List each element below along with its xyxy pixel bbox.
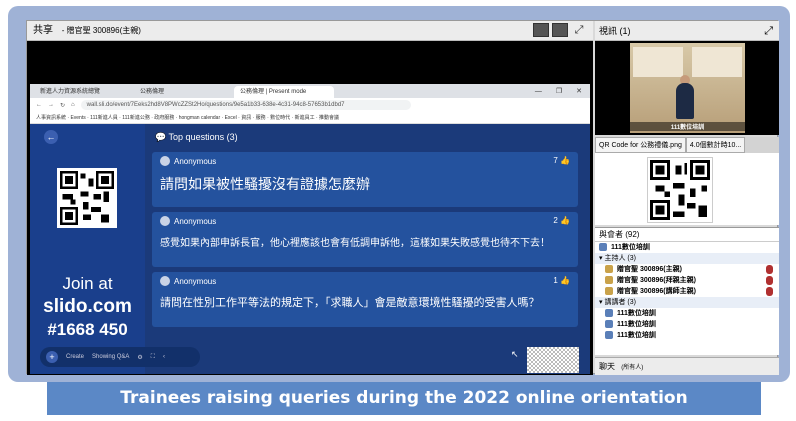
chat-title: 聊天 (599, 362, 615, 371)
browser-tab-2[interactable]: 公務倫理 (134, 86, 234, 98)
question-card[interactable]: Anonymous 2 👍 感覺如果內部申訴長官，他心裡應該也會有低調申訴他，這… (152, 212, 578, 267)
attendee-row[interactable]: 贈官聖 300896(講師主親) (595, 286, 779, 297)
settings-icon[interactable]: ⚙ (137, 354, 142, 361)
attendee-row[interactable]: 111數位培訓 (595, 319, 779, 330)
speaker-figure (676, 83, 694, 119)
slido-toolbar: + Create Showing Q&A ⚙ ⛶ ‹ (40, 347, 200, 367)
user-icon (605, 309, 613, 318)
close-icon[interactable]: ✕ (576, 86, 582, 98)
avatar-icon (160, 156, 170, 166)
speaker-video: 111數位培訓 (630, 43, 745, 133)
forward-icon[interactable]: → (48, 102, 54, 108)
attendees-panel: 與會者 (92) 111數位培訓 ▾ 主持人 (3) 贈官聖 300896(主親… (595, 227, 779, 355)
attendees-title: 與會者 (599, 230, 623, 239)
browser-window: 新進人力資源系統總覽 公務倫理 公務倫理 | Present mode — ❐ … (30, 84, 590, 374)
event-code: #1668 450 (47, 320, 128, 339)
presenters-group[interactable]: ▾ 講講者 (3) (595, 297, 779, 308)
question-author: Anonymous (160, 216, 216, 226)
attendees-header: 與會者 (92) (595, 228, 779, 242)
like-count[interactable]: 7 👍 (553, 156, 570, 165)
projection-screen-left (633, 47, 683, 77)
question-author: Anonymous (160, 276, 216, 286)
question-card[interactable]: Anonymous 7 👍 請問如果被性騷擾沒有證據怎麼辦 (152, 152, 578, 207)
attendee-row[interactable]: 贈官聖 300896(拜親主親) (595, 275, 779, 286)
url-input[interactable]: wall.sli.do/event/7Eeks2hd8V8PWcZZSt2Ho/… (80, 100, 411, 110)
reload-icon[interactable]: ↻ (60, 102, 65, 109)
mic-muted-icon[interactable] (766, 287, 773, 296)
user-icon (605, 276, 613, 285)
video-label: 111數位培訓 (630, 122, 745, 131)
create-button[interactable]: Create (66, 354, 84, 360)
attendees-count: (92) (625, 230, 640, 239)
video-header: 視訊 (1) ⤢ (595, 21, 779, 41)
chat-panel-header[interactable]: 聊天 (所有人) (595, 357, 779, 375)
avatar-icon (160, 216, 170, 226)
thumbnail-placeholder (527, 347, 579, 373)
file-tab-timer[interactable]: 4.0個數計時10... (685, 137, 746, 153)
self-row[interactable]: 111數位培訓 (595, 242, 779, 253)
layout-toggle-button[interactable] (533, 23, 549, 37)
question-text: 感覺如果內部申訴長官，他心裡應該也會有低調申訴他，這樣如果失敗感覺也待不下去！ (160, 238, 550, 249)
share-subtitle: - 贈官聖 300896(主親) (61, 26, 141, 35)
share-pane: 共享 - 贈官聖 300896(主親) ⤢ 新進人力資源系統總覽 公務倫理 公務… (27, 21, 593, 375)
share-title: 共享 (33, 25, 53, 36)
question-text: 請問如果被性騷擾沒有證據怎麼辦 (160, 176, 370, 192)
user-icon (605, 265, 613, 274)
video-count: (1) (619, 26, 631, 36)
slido-present-mode: ← Join at slido.com #1668 450 + Create S… (30, 124, 590, 374)
question-card[interactable]: Anonymous 1 👍 請問在性別工作平等法的規定下，「求職人」會是敵意環境… (152, 272, 578, 327)
join-at-label: Join at (62, 274, 113, 293)
attendee-row[interactable]: 贈官聖 300896(主親) (595, 264, 779, 275)
user-icon (605, 331, 613, 340)
view-buttons: ⤢ (533, 23, 587, 37)
question-author: Anonymous (160, 156, 216, 166)
back-icon[interactable]: ← (36, 102, 42, 108)
back-arrow-icon[interactable]: ← (44, 130, 58, 144)
shared-file-tabs: QR Code for 公務禮儀.png 4.0個數計時10... (595, 137, 779, 153)
photo-caption: Trainees raising queries during the 2022… (47, 382, 761, 415)
chat-scope: (所有人) (621, 365, 644, 371)
user-icon (605, 287, 613, 296)
showing-qa-button[interactable]: Showing Q&A (92, 354, 129, 360)
like-count[interactable]: 2 👍 (553, 216, 570, 225)
avatar-icon (160, 276, 170, 286)
collapse-icon[interactable]: ‹ (163, 354, 165, 360)
restore-icon[interactable]: ❐ (556, 86, 562, 98)
minimize-icon[interactable]: — (535, 86, 542, 98)
qr-panel (595, 153, 779, 225)
home-icon[interactable]: ⌂ (71, 102, 75, 108)
address-bar: ← → ↻ ⌂ wall.sli.do/event/7Eeks2hd8V8PWc… (30, 98, 590, 112)
expand-video-icon[interactable]: ⤢ (764, 21, 773, 41)
join-qr-code (57, 168, 117, 228)
phone-icon (599, 243, 607, 252)
attendee-row[interactable]: 111數位培訓 (595, 308, 779, 319)
like-count[interactable]: 1 👍 (553, 276, 570, 285)
file-tab-qr[interactable]: QR Code for 公務禮儀.png (595, 137, 686, 153)
slido-site-label: slido.com (43, 296, 132, 317)
question-text: 請問在性別工作平等法的規定下，「求職人」會是敵意環境性騷擾的受害人嗎？ (160, 297, 540, 309)
user-icon (605, 320, 613, 329)
shared-qr-code (647, 157, 713, 223)
share-header: 共享 - 贈官聖 300896(主親) ⤢ (27, 21, 593, 41)
webinar-app: 共享 - 贈官聖 300896(主親) ⤢ 新進人力資源系統總覽 公務倫理 公務… (26, 20, 779, 375)
mic-muted-icon[interactable] (766, 265, 773, 274)
window-controls: — ❐ ✕ (535, 86, 590, 98)
hosts-group[interactable]: ▾ 主持人 (3) (595, 253, 779, 264)
fullscreen-icon[interactable]: ⛶ (151, 354, 155, 361)
slido-join-panel: ← Join at slido.com #1668 450 (30, 124, 145, 374)
video-title: 視訊 (599, 26, 618, 36)
bookmarks-bar[interactable]: 人事資訊系統 · Events · 111新進人員 · 111新進公務 · 政府… (30, 112, 590, 124)
mic-muted-icon[interactable] (766, 276, 773, 285)
mouse-cursor-icon: ↖ (511, 349, 519, 359)
layout-toggle-button-2[interactable] (552, 23, 568, 37)
expand-icon[interactable]: ⤢ (571, 23, 587, 37)
attendee-row[interactable]: 111數位培訓 (595, 330, 779, 341)
browser-tab-3[interactable]: 公務倫理 | Present mode (234, 86, 334, 98)
browser-tab-1[interactable]: 新進人力資源系統總覽 (34, 86, 134, 98)
tab-bar: 新進人力資源系統總覽 公務倫理 公務倫理 | Present mode — ❐ … (30, 84, 590, 98)
top-questions-title: 💬 Top questions (3) (155, 132, 238, 142)
create-plus-icon[interactable]: + (46, 351, 58, 363)
video-feed: 111數位培訓 (595, 41, 779, 135)
projection-screen-right (692, 47, 742, 77)
